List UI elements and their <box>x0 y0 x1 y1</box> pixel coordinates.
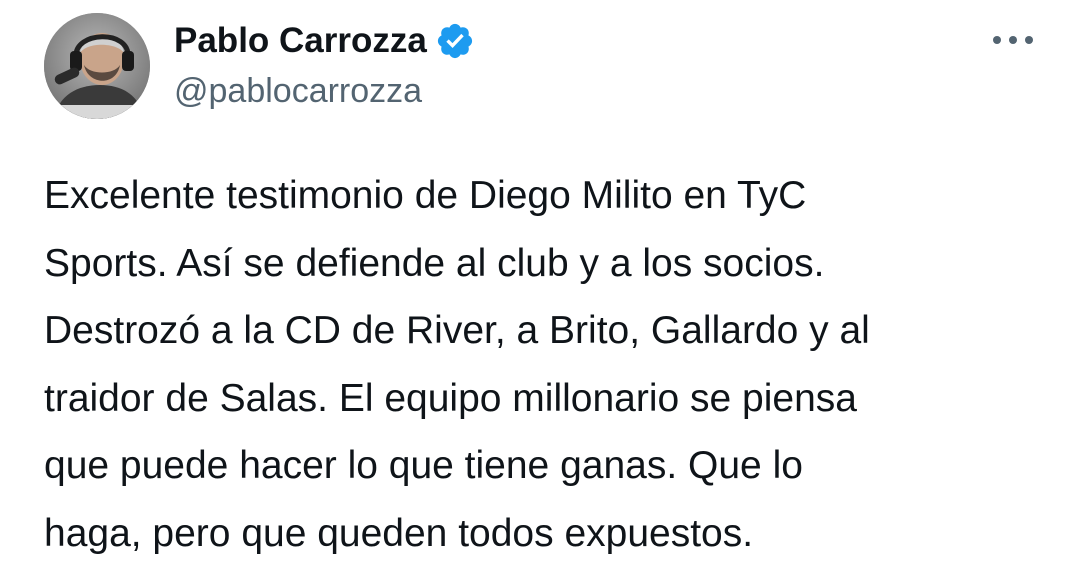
verified-badge-icon[interactable] <box>435 21 475 61</box>
author-handle[interactable]: @pablocarrozza <box>174 72 475 111</box>
author-info: Pablo Carrozza @pablocarrozza <box>174 18 475 111</box>
tweet-card: Pablo Carrozza @pablocarrozza Excelente … <box>0 0 1080 565</box>
more-options-icon <box>993 36 1033 44</box>
more-options-button[interactable] <box>990 28 1036 52</box>
author-display-name[interactable]: Pablo Carrozza <box>174 21 427 61</box>
name-row: Pablo Carrozza <box>174 18 475 64</box>
author-avatar[interactable] <box>44 13 150 119</box>
avatar-photo-icon <box>44 13 150 119</box>
tweet-text: Excelente testimonio de Diego Milito en … <box>44 174 870 555</box>
